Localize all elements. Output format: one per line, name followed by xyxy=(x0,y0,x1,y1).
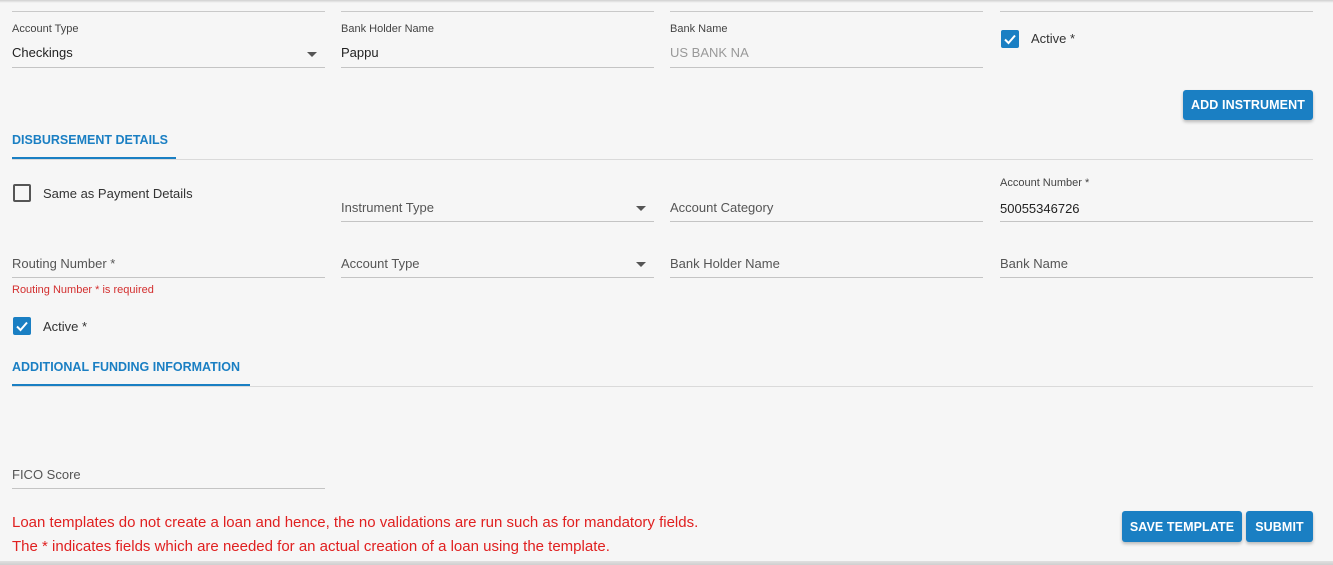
field-underline xyxy=(12,277,325,278)
field-label: Account Number * xyxy=(1000,177,1090,189)
field-placeholder: Bank Name xyxy=(1000,256,1068,271)
cutoff-field-underline xyxy=(1000,11,1313,12)
field-underline xyxy=(12,488,325,489)
field-value: 50055346726 xyxy=(1000,201,1080,216)
field-placeholder: FICO Score xyxy=(12,467,81,482)
disbursement-account-type-select[interactable]: Account Type xyxy=(341,238,654,278)
field-label: Bank Name xyxy=(670,23,728,35)
payment-bank-name-field[interactable]: Bank Name US BANK NA xyxy=(670,23,983,68)
same-as-payment-label: Same as Payment Details xyxy=(43,186,193,201)
field-underline xyxy=(341,67,654,68)
chevron-down-icon xyxy=(307,52,317,57)
field-underline xyxy=(670,67,983,68)
bottom-edge-shadow xyxy=(0,561,1333,565)
cutoff-field-underline xyxy=(670,11,983,12)
cutoff-field-underline xyxy=(341,11,654,12)
field-placeholder: Routing Number * xyxy=(12,256,116,271)
routing-number-error: Routing Number * is required xyxy=(12,284,154,296)
disbursement-account-category-field[interactable]: Account Category xyxy=(670,182,983,222)
section-divider xyxy=(12,159,1313,160)
disbursement-account-number-field[interactable]: Account Number * 50055346726 xyxy=(1000,177,1313,222)
disbursement-instrument-type-select[interactable]: Instrument Type xyxy=(341,182,654,222)
field-underline xyxy=(670,221,983,222)
field-underline xyxy=(1000,277,1313,278)
field-underline xyxy=(341,277,654,278)
field-value: Checkings xyxy=(12,45,73,60)
field-underline xyxy=(12,67,325,68)
field-placeholder: Bank Holder Name xyxy=(670,256,780,271)
template-note-line-2: The * indicates fields which are needed … xyxy=(12,538,610,555)
disbursement-details-heading: DISBURSEMENT DETAILS xyxy=(12,133,169,147)
field-underline xyxy=(670,277,983,278)
checkmark-icon xyxy=(1004,34,1016,45)
loan-template-form: Account Type Checkings Bank Holder Name … xyxy=(0,0,1333,565)
field-placeholder: Account Category xyxy=(670,200,774,215)
fico-score-field[interactable]: FICO Score xyxy=(12,449,325,489)
additional-funding-heading: ADDITIONAL FUNDING INFORMATION xyxy=(12,360,240,374)
payment-active-checkbox[interactable] xyxy=(1001,30,1019,48)
add-instrument-button[interactable]: ADD INSTRUMENT xyxy=(1183,90,1313,120)
top-edge-shadow xyxy=(0,0,1333,3)
payment-bank-holder-name-field[interactable]: Bank Holder Name Pappu xyxy=(341,23,654,68)
field-label: Account Type xyxy=(12,23,79,35)
disbursement-active-label: Active * xyxy=(43,319,88,334)
field-placeholder: Account Type xyxy=(341,256,420,271)
field-underline xyxy=(1000,221,1313,222)
payment-account-type-select[interactable]: Account Type Checkings xyxy=(12,23,325,68)
cutoff-field-underline xyxy=(12,11,325,12)
same-as-payment-checkbox[interactable] xyxy=(13,184,31,202)
disbursement-bank-name-field[interactable]: Bank Name xyxy=(1000,238,1313,278)
checkmark-icon xyxy=(16,321,28,332)
section-divider xyxy=(12,386,1313,387)
field-value: Pappu xyxy=(341,45,379,60)
save-template-button[interactable]: SAVE TEMPLATE xyxy=(1122,511,1242,542)
submit-button[interactable]: SUBMIT xyxy=(1246,511,1313,542)
field-placeholder: Instrument Type xyxy=(341,200,434,215)
field-label: Bank Holder Name xyxy=(341,23,434,35)
field-value: US BANK NA xyxy=(670,45,749,60)
payment-active-label: Active * xyxy=(1031,31,1076,46)
disbursement-bank-holder-name-field[interactable]: Bank Holder Name xyxy=(670,238,983,278)
chevron-down-icon xyxy=(636,262,646,267)
disbursement-routing-number-field[interactable]: Routing Number * xyxy=(12,238,325,278)
disbursement-active-checkbox[interactable] xyxy=(13,317,31,335)
template-note-line-1: Loan templates do not create a loan and … xyxy=(12,514,699,531)
chevron-down-icon xyxy=(636,206,646,211)
field-underline xyxy=(341,221,654,222)
